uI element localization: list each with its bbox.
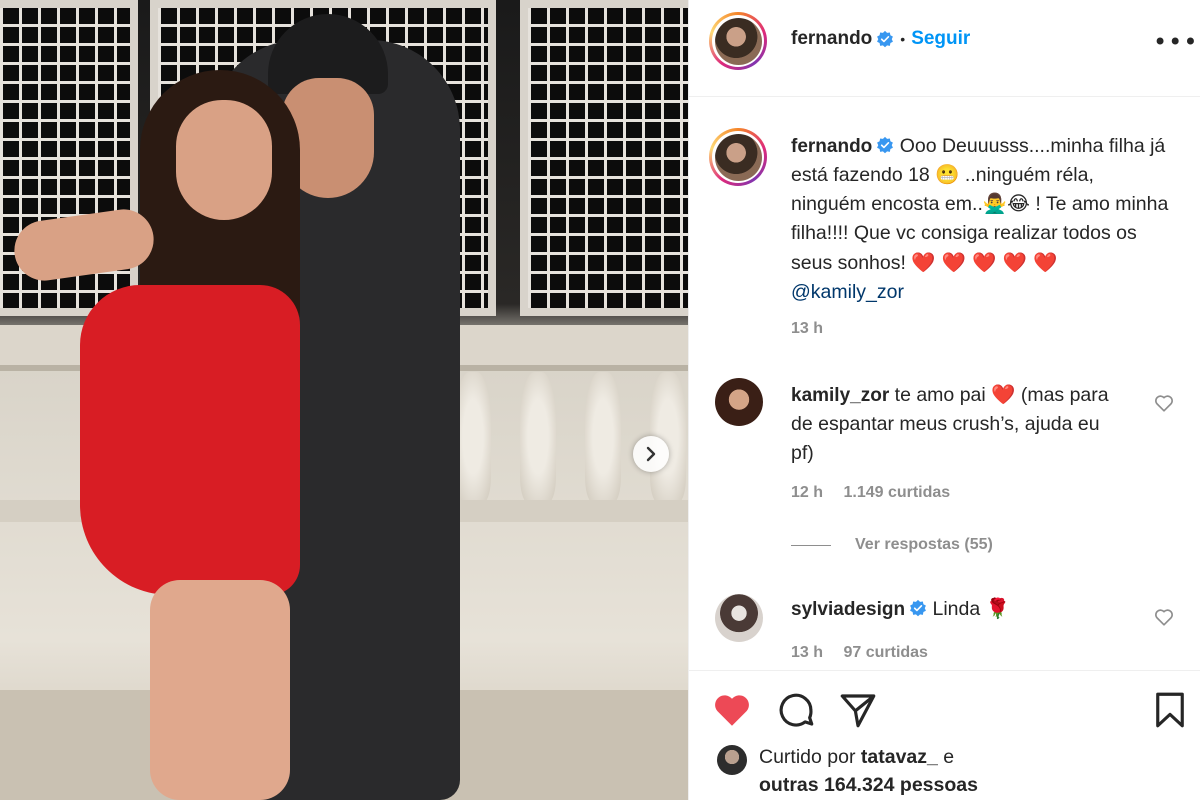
red-dress bbox=[80, 285, 300, 595]
post-header: fernando • Seguir ••• bbox=[689, 0, 1200, 97]
bookmark-icon bbox=[1156, 692, 1184, 728]
heart-outline-icon bbox=[1155, 395, 1173, 412]
post-caption: fernando Ooo Deuuusss....minha filha já … bbox=[791, 132, 1171, 307]
carousel-next-button[interactable] bbox=[633, 436, 669, 472]
rose-emoji: 🌹 bbox=[985, 598, 1010, 620]
gesture-emoji: 🙅‍♂️😂 bbox=[982, 193, 1030, 215]
commenter-avatar[interactable] bbox=[715, 594, 763, 642]
more-options-button[interactable]: ••• bbox=[1153, 28, 1197, 56]
post-details-panel: fernando • Seguir ••• fernando Ooo Deuuu… bbox=[688, 0, 1200, 800]
caption-timestamp[interactable]: 13 h bbox=[791, 320, 823, 337]
verified-badge-icon bbox=[877, 30, 894, 48]
paper-plane-icon bbox=[840, 694, 876, 728]
comment-text: te amo pai bbox=[894, 384, 992, 406]
comment-meta: 12 h 1.149 curtidas bbox=[791, 484, 966, 502]
author-avatar[interactable] bbox=[709, 12, 767, 70]
view-replies-button[interactable]: Ver respostas (55) bbox=[791, 536, 993, 554]
commenter-username[interactable]: kamily_zor bbox=[791, 385, 889, 406]
commenter-avatar[interactable] bbox=[715, 378, 763, 426]
view-replies-label: Ver respostas (55) bbox=[855, 536, 993, 553]
comment-likes-count[interactable]: 97 curtidas bbox=[843, 644, 927, 661]
comment-timestamp[interactable]: 12 h bbox=[791, 484, 823, 501]
liker-username[interactable]: tatavaz_ bbox=[861, 746, 938, 768]
post-photo[interactable] bbox=[0, 0, 688, 800]
like-button[interactable] bbox=[711, 689, 753, 731]
comment-like-button[interactable] bbox=[1153, 392, 1175, 414]
baluster bbox=[585, 372, 621, 502]
save-button[interactable] bbox=[1149, 689, 1191, 731]
likes-prefix: Curtido por bbox=[759, 746, 861, 768]
verified-badge-icon bbox=[877, 136, 894, 154]
share-button[interactable] bbox=[837, 689, 879, 731]
author-username[interactable]: fernando bbox=[791, 28, 872, 50]
window-grille bbox=[520, 0, 688, 316]
girl-legs bbox=[150, 580, 290, 800]
comment-button[interactable] bbox=[775, 689, 817, 731]
caption-author-avatar[interactable] bbox=[709, 128, 767, 186]
comment-likes-count[interactable]: 1.149 curtidas bbox=[843, 484, 950, 501]
chevron-right-icon bbox=[646, 446, 656, 462]
comment: kamily_zor te amo pai ❤️ (mas para de es… bbox=[791, 380, 1121, 468]
verified-badge-icon bbox=[910, 599, 926, 617]
heart-outline-icon bbox=[1155, 609, 1173, 626]
hearts-emoji: ❤️ ❤️ ❤️ ❤️ ❤️ bbox=[911, 251, 1058, 274]
likes-summary: Curtido por tatavaz_ e outras 164.324 pe… bbox=[759, 743, 978, 799]
caption-author-username[interactable]: fernando bbox=[791, 136, 872, 157]
comment-like-button[interactable] bbox=[1153, 606, 1175, 628]
heart-emoji: ❤️ bbox=[991, 383, 1016, 406]
comment-bubble-icon bbox=[779, 693, 814, 727]
likes-middle: e bbox=[937, 746, 955, 768]
separator-dot: • bbox=[900, 31, 906, 47]
follow-button[interactable]: Seguir bbox=[911, 28, 970, 50]
caption-meta: 13 h bbox=[791, 320, 839, 338]
grimace-emoji: 😬 bbox=[935, 164, 960, 186]
baluster bbox=[455, 372, 491, 502]
comment-timestamp[interactable]: 13 h bbox=[791, 644, 823, 661]
mention-link[interactable]: @kamily_zor bbox=[791, 281, 904, 303]
others-likes-link[interactable]: outras 164.324 pessoas bbox=[759, 774, 978, 796]
commenter-username[interactable]: sylviadesign bbox=[791, 599, 905, 620]
replies-divider bbox=[791, 544, 831, 546]
comment-meta: 13 h 97 curtidas bbox=[791, 644, 944, 662]
baluster bbox=[520, 372, 556, 502]
heart-filled-icon bbox=[715, 695, 749, 726]
post-actions-bar: Curtido por tatavaz_ e outras 164.324 pe… bbox=[689, 670, 1200, 801]
girl-face bbox=[176, 100, 272, 220]
comment: sylviadesign Linda 🌹 bbox=[791, 595, 1121, 624]
liker-avatar[interactable] bbox=[717, 745, 747, 775]
comment-text: Linda bbox=[932, 598, 986, 620]
